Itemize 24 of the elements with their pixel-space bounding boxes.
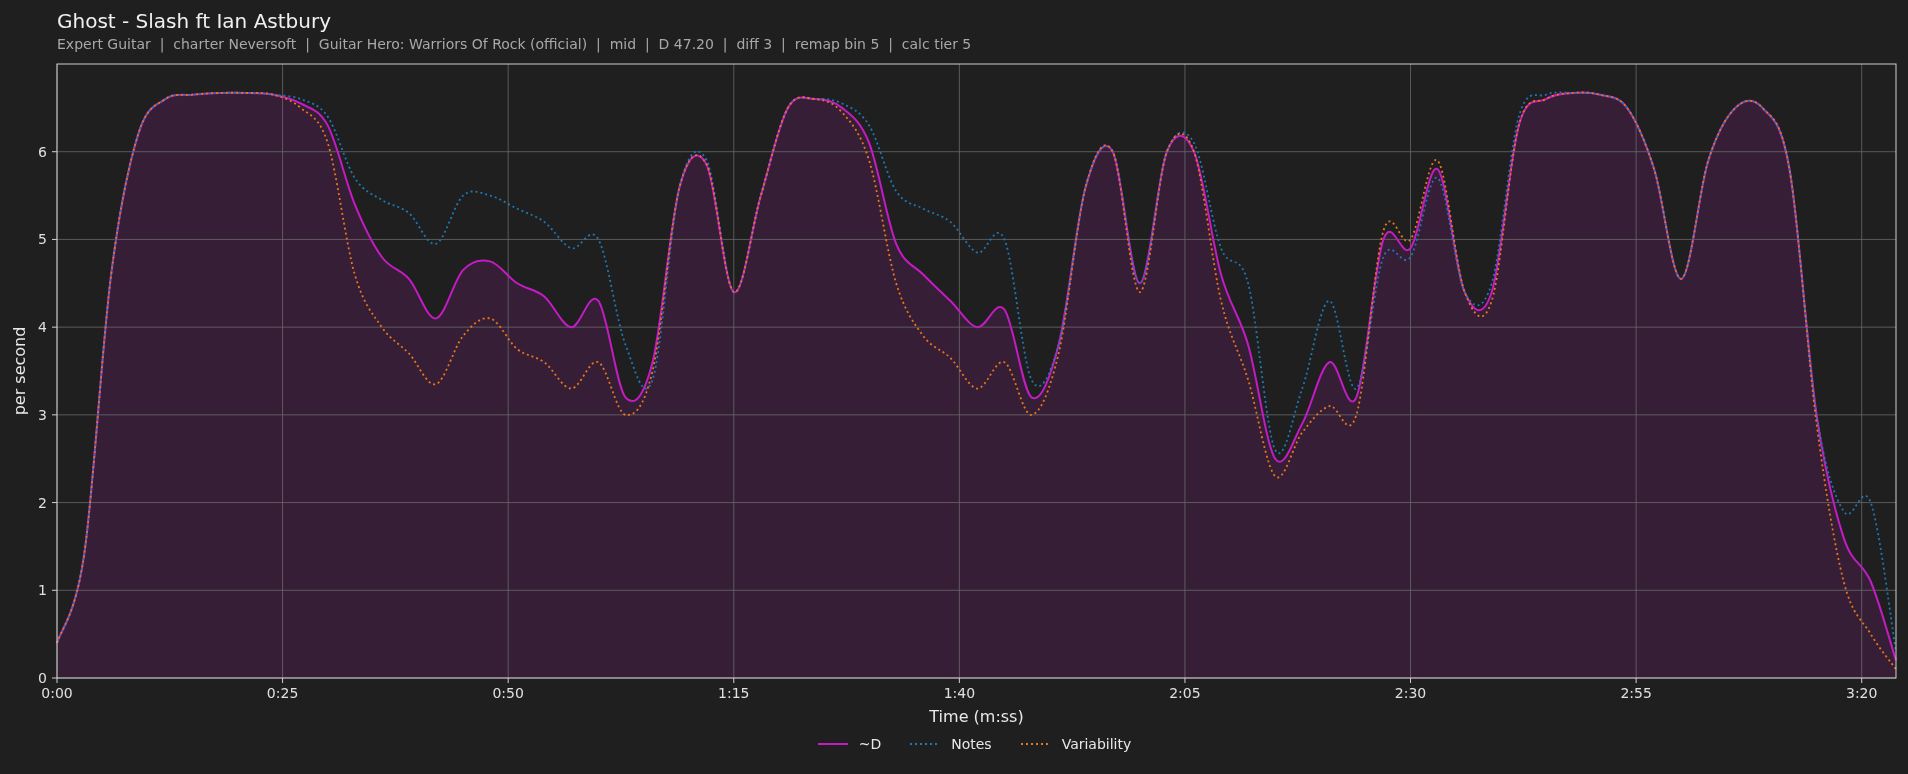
x-tick-label: 2:30: [1394, 685, 1427, 701]
y-axis-label: per second: [10, 326, 29, 416]
x-tick-label: 1:15: [718, 685, 750, 701]
legend-label: ~D: [858, 736, 882, 752]
y-tick-label: 1: [38, 582, 47, 599]
y-tick-label: 3: [38, 406, 47, 423]
legend-label: Notes: [951, 736, 992, 752]
chart-title: Ghost - Slash ft Ian Astbury: [57, 8, 332, 34]
x-tick-label: 1:40: [943, 685, 976, 701]
x-tick-label: 0:50: [492, 685, 524, 701]
legend-label: Variability: [1061, 736, 1132, 752]
x-tick-label: 2:55: [1620, 685, 1652, 701]
legend-line-icon: [816, 741, 849, 747]
y-tick-label: 4: [38, 319, 47, 336]
y-tick-label: 6: [38, 143, 47, 160]
x-tick-label: 3:20: [1846, 685, 1878, 701]
chart-subtitle: Expert Guitar | charter Neversoft | Guitar Hero: Warriors Of Rock (official) | mid | D 47.20 | diff 3 | remap bin 5 | calc tier 5: [57, 35, 973, 54]
x-tick-label: 2:05: [1169, 685, 1201, 701]
y-tick-label: 2: [38, 494, 47, 511]
x-tick-label: 0:25: [266, 685, 299, 701]
y-tick-label: 5: [38, 231, 47, 248]
y-tick-label: 0: [38, 670, 47, 686]
x-tick-label: 0:00: [41, 685, 73, 701]
x-axis-label: Time (m:ss): [929, 707, 1024, 726]
